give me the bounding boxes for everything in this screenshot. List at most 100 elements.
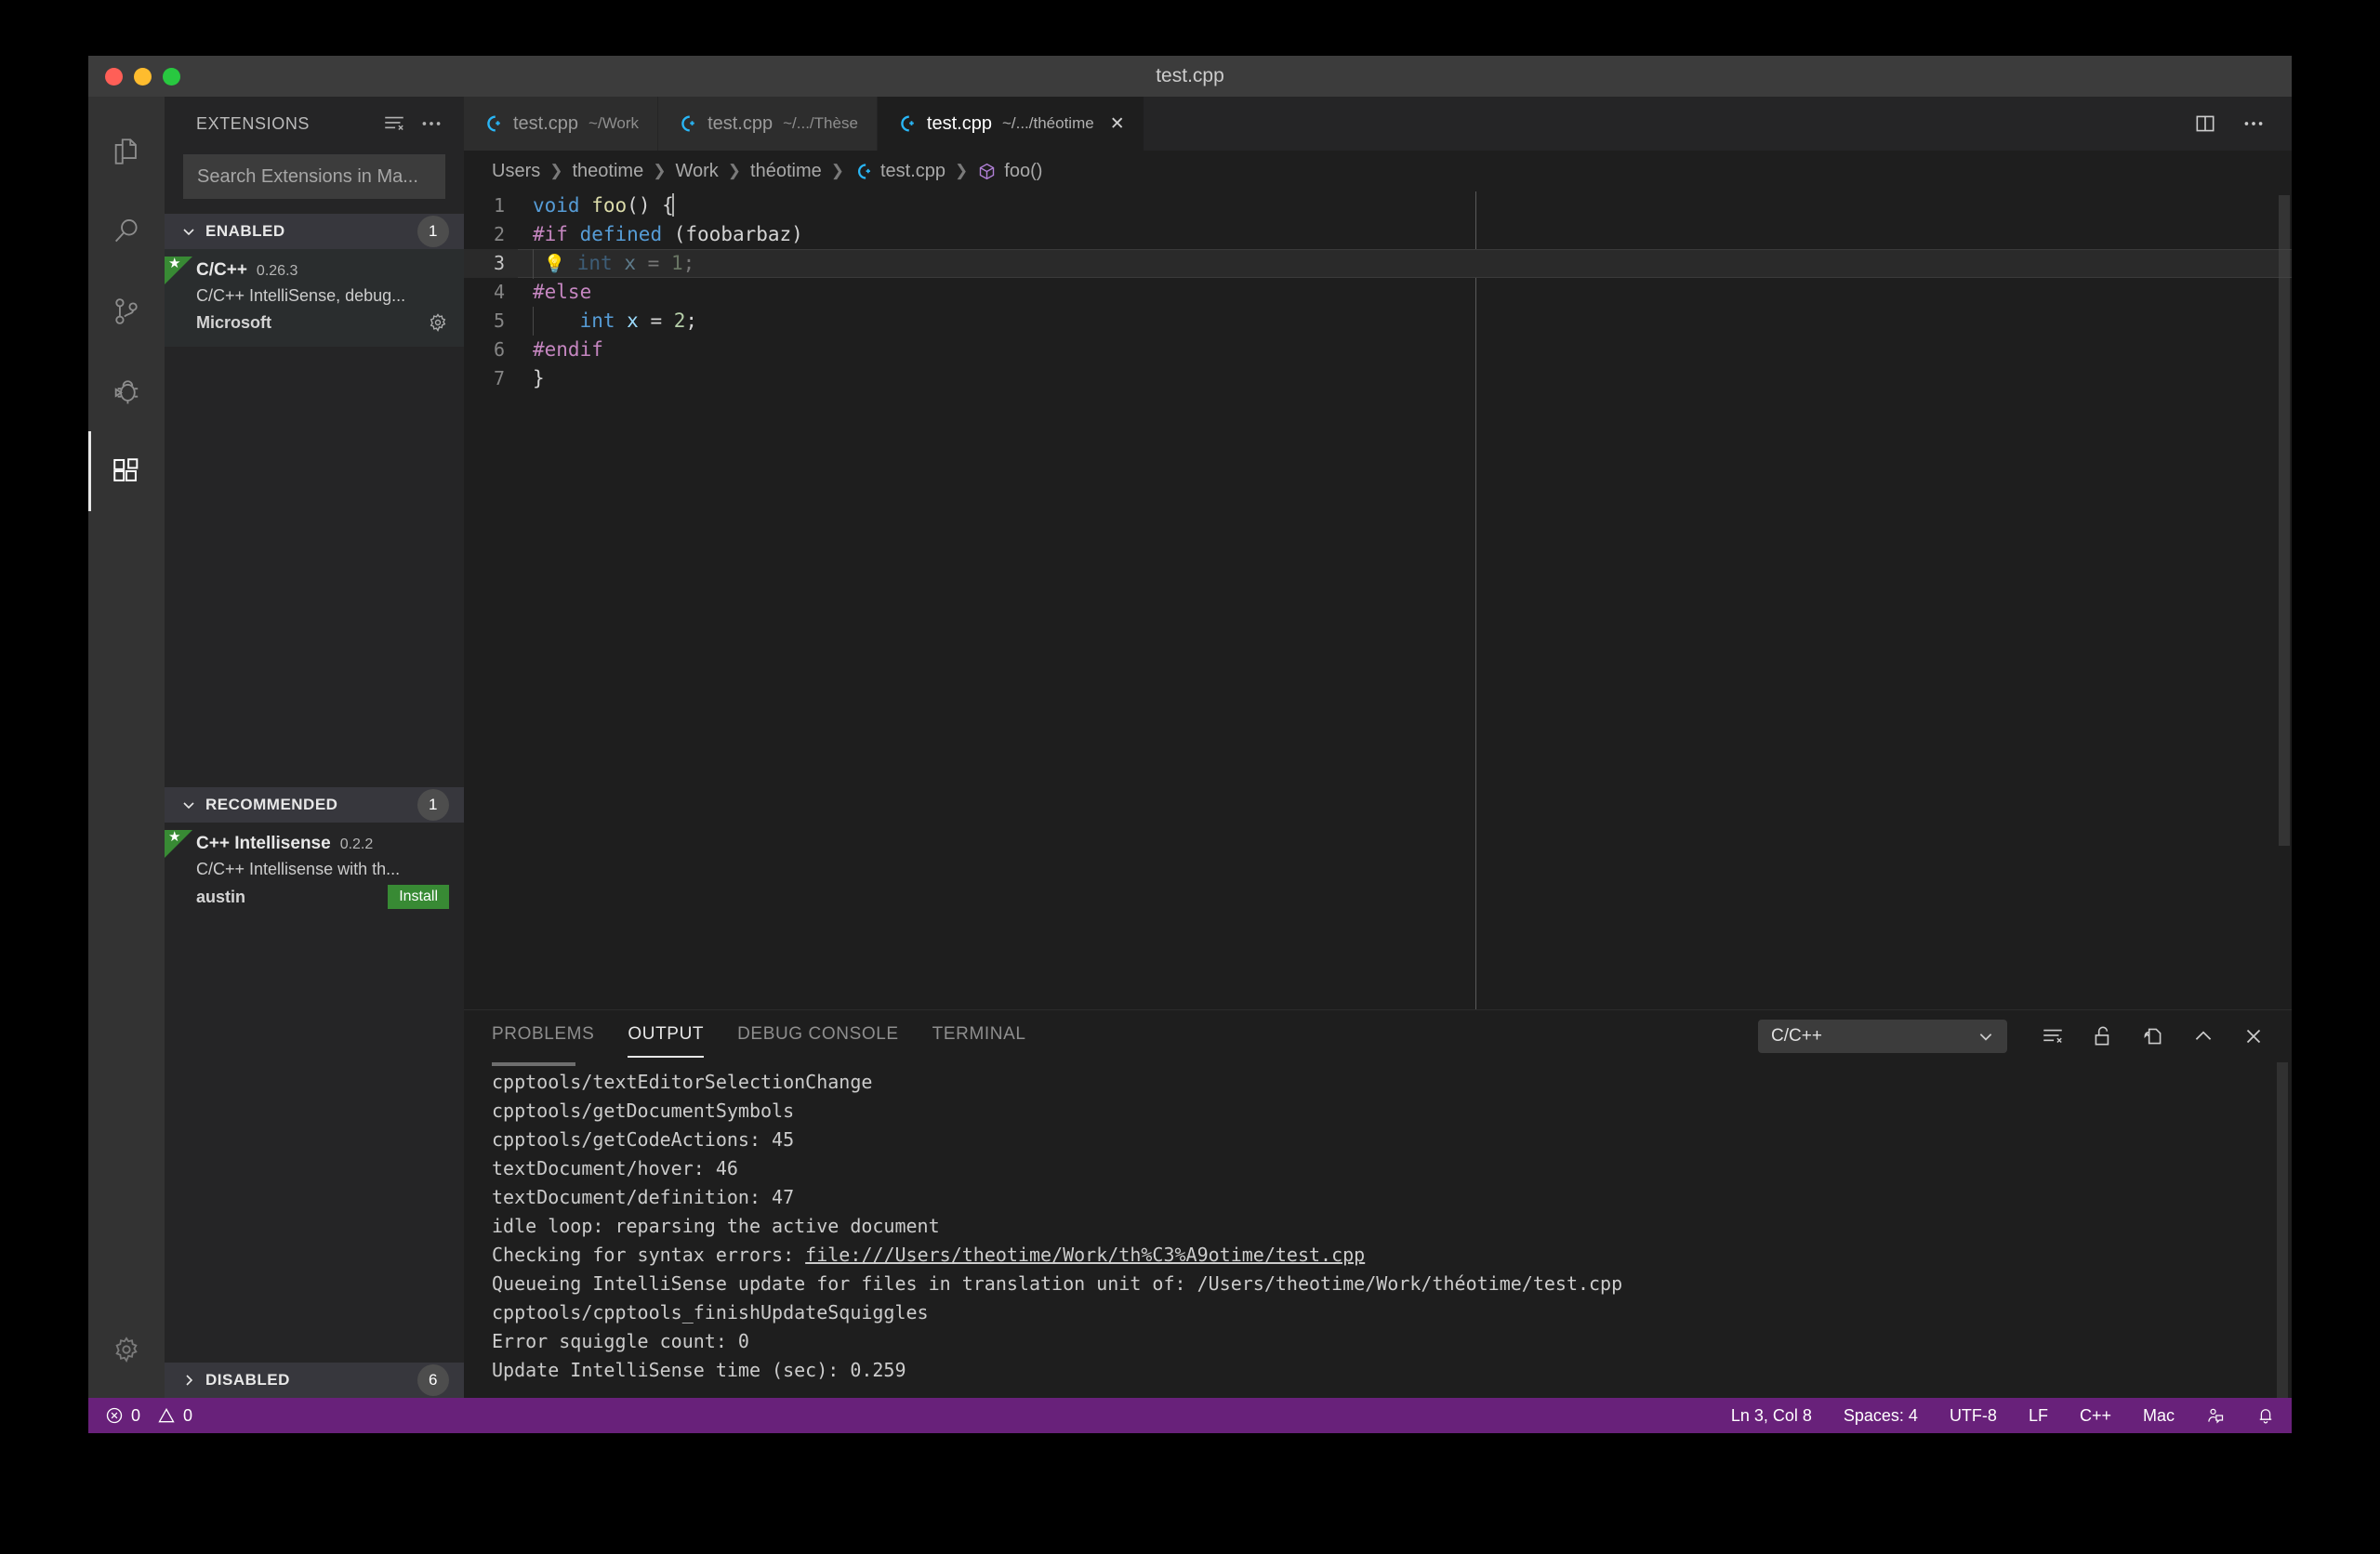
source-control-icon xyxy=(111,296,142,327)
cpp-file-icon xyxy=(483,113,503,134)
tab-bar-spacer xyxy=(1144,97,2167,151)
extension-title-row: C++ Intellisense 0.2.2 xyxy=(196,834,449,854)
extension-publisher: austin xyxy=(196,888,245,907)
bottom-panel: PROBLEMS OUTPUT DEBUG CONSOLE TERMINAL C… xyxy=(464,1009,2292,1398)
close-icon[interactable] xyxy=(2241,1024,2266,1048)
status-encoding[interactable]: UTF-8 xyxy=(1946,1406,2001,1426)
breadcrumb-item-work[interactable]: Work xyxy=(675,161,718,182)
extension-version: 0.26.3 xyxy=(257,263,298,280)
extension-footer-row: austin Install xyxy=(196,885,449,909)
tab-output[interactable]: OUTPUT xyxy=(628,1024,704,1048)
code-editor[interactable]: 1 void foo() { 2 #if defined (foobarbaz)… xyxy=(464,191,2292,1009)
star-icon: ★ xyxy=(168,830,180,844)
output-file-link[interactable]: file:///Users/theotime/Work/th%C3%A9otim… xyxy=(805,1244,1365,1266)
breadcrumb-item-theotime-dir[interactable]: théotime xyxy=(750,161,822,182)
status-platform[interactable]: Mac xyxy=(2139,1406,2178,1426)
manage-extension-button[interactable] xyxy=(427,311,449,334)
extension-description: C/C++ IntelliSense, debug... xyxy=(196,286,449,306)
section-header-recommended[interactable]: RECOMMENDED 1 xyxy=(165,787,464,823)
tab-path: ~/.../théotime xyxy=(1002,114,1094,133)
search-extensions-wrap xyxy=(165,151,464,214)
editor-area: test.cpp ~/Work test.cpp ~/.../Thèse xyxy=(464,97,2292,1398)
section-header-enabled[interactable]: ENABLED 1 xyxy=(165,214,464,249)
tab-label: test.cpp xyxy=(707,113,773,135)
output-channel-select[interactable]: C/C++ xyxy=(1758,1020,2007,1053)
tab-label: test.cpp xyxy=(513,113,578,135)
output-line: Queueing IntelliSense update for files i… xyxy=(492,1270,2292,1298)
open-in-editor-icon[interactable] xyxy=(2141,1024,2165,1048)
tab-problems[interactable]: PROBLEMS xyxy=(492,1024,594,1048)
activity-item-extensions[interactable] xyxy=(88,431,165,511)
tab-terminal[interactable]: TERMINAL xyxy=(932,1024,1026,1048)
status-eol[interactable]: LF xyxy=(2025,1406,2052,1426)
lightbulb-icon[interactable]: 💡 xyxy=(533,254,565,274)
tab-test-cpp-these[interactable]: test.cpp ~/.../Thèse xyxy=(658,97,878,151)
files-icon xyxy=(111,136,142,167)
output-scrollbar-horizontal[interactable] xyxy=(492,1062,575,1066)
activity-item-source-control[interactable] xyxy=(88,271,165,351)
section-header-disabled[interactable]: DISABLED 6 xyxy=(165,1363,464,1398)
output-line: cpptools/textEditorSelectionChange xyxy=(492,1068,2292,1097)
chevron-right-icon: ❯ xyxy=(549,162,562,180)
star-icon: ★ xyxy=(168,257,180,270)
tab-debug-console[interactable]: DEBUG CONSOLE xyxy=(737,1024,899,1048)
breadcrumb-item-theotime[interactable]: theotime xyxy=(572,161,643,182)
output-line: textDocument/definition: 47 xyxy=(492,1183,2292,1212)
section-label-disabled: DISABLED xyxy=(205,1371,410,1389)
clear-extensions-input-button[interactable] xyxy=(382,112,406,136)
breadcrumb-item-symbol[interactable]: foo() xyxy=(977,161,1042,182)
list-item[interactable]: ★ C/C++ 0.26.3 C/C++ IntelliSense, debug… xyxy=(165,249,464,347)
breadcrumb-item-users[interactable]: Users xyxy=(492,161,540,182)
line-number: 5 xyxy=(464,307,533,336)
status-problems[interactable]: 0 0 xyxy=(105,1406,192,1426)
line-number: 3 xyxy=(464,249,533,278)
feedback-icon[interactable] xyxy=(2202,1406,2228,1425)
editor-scrollbar[interactable] xyxy=(2279,195,2290,846)
install-button[interactable]: Install xyxy=(388,885,449,909)
line-number: 7 xyxy=(464,364,533,393)
breadcrumb-label: théotime xyxy=(750,161,822,182)
bell-icon[interactable] xyxy=(2253,1406,2279,1425)
close-window-button[interactable] xyxy=(105,68,123,86)
chevron-right-icon: ❯ xyxy=(728,162,741,180)
search-extensions-input[interactable] xyxy=(183,154,445,199)
extension-name: C++ Intellisense xyxy=(196,834,331,854)
gear-icon xyxy=(111,1334,142,1365)
output-scrollbar-vertical[interactable] xyxy=(2277,1062,2288,1398)
chevron-down-icon xyxy=(179,797,198,812)
error-icon xyxy=(105,1406,124,1425)
status-cursor-position[interactable]: Ln 3, Col 8 xyxy=(1727,1406,1816,1426)
breadcrumb-label: Users xyxy=(492,161,540,182)
status-language-mode[interactable]: C++ xyxy=(2076,1406,2115,1426)
activity-item-search[interactable] xyxy=(88,191,165,271)
status-indentation[interactable]: Spaces: 4 xyxy=(1840,1406,1922,1426)
clear-icon[interactable] xyxy=(2041,1024,2065,1048)
chevron-up-icon[interactable] xyxy=(2191,1024,2215,1048)
activity-item-manage[interactable] xyxy=(88,1318,165,1398)
window-controls[interactable] xyxy=(105,68,180,86)
zoom-window-button[interactable] xyxy=(163,68,180,86)
tab-path: ~/Work xyxy=(588,114,639,133)
output-line: cpptools/cpptools_finishUpdateSquiggles xyxy=(492,1298,2292,1327)
line-number: 1 xyxy=(464,191,533,220)
error-count: 0 xyxy=(131,1406,140,1426)
activity-item-explorer[interactable] xyxy=(88,112,165,191)
tab-test-cpp-theotime[interactable]: test.cpp ~/.../théotime ✕ xyxy=(878,97,1144,151)
split-editor-icon[interactable] xyxy=(2193,112,2217,136)
list-item[interactable]: ★ C++ Intellisense 0.2.2 C/C++ Intellise… xyxy=(165,823,464,922)
section-count-recommended: 1 xyxy=(417,789,449,821)
activity-item-run-and-debug[interactable] xyxy=(88,351,165,431)
breadcrumb-item-file[interactable]: test.cpp xyxy=(853,161,945,182)
output-content[interactable]: cpptools/textEditorSelectionChange cppto… xyxy=(464,1062,2292,1398)
line-content: } xyxy=(533,364,545,393)
views-and-more-actions-button[interactable] xyxy=(419,112,443,136)
unlock-icon[interactable] xyxy=(2091,1024,2115,1048)
clear-icon xyxy=(382,112,406,136)
line-content: #endif xyxy=(533,336,603,364)
minimize-window-button[interactable] xyxy=(134,68,152,86)
close-icon[interactable]: ✕ xyxy=(1110,113,1125,135)
more-icon[interactable] xyxy=(2241,112,2266,136)
debug-icon xyxy=(111,375,142,407)
code-line: 5 int x = 2; xyxy=(464,307,2292,336)
tab-test-cpp-work[interactable]: test.cpp ~/Work xyxy=(464,97,658,151)
